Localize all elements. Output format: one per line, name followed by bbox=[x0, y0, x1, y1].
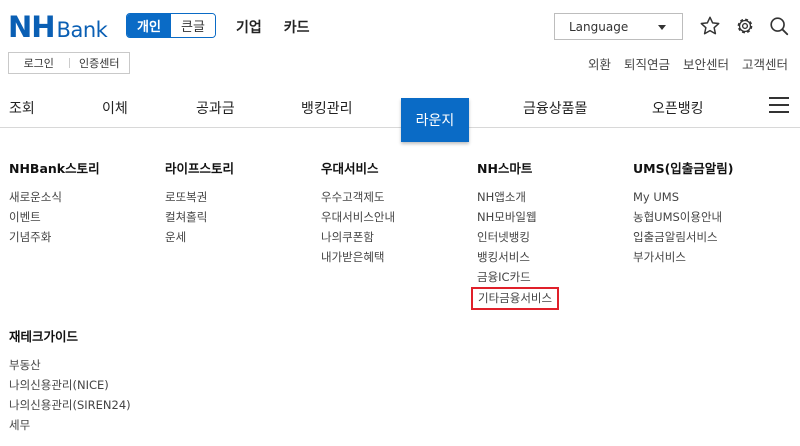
menu-item[interactable]: 금융IC카드 bbox=[477, 267, 559, 287]
retirement-pension-link[interactable]: 퇴직연금 bbox=[624, 54, 670, 73]
search-icon[interactable] bbox=[768, 15, 790, 37]
menu-column-life-story: 라이프스토리 로또복권 컬쳐홀릭 운세 bbox=[165, 158, 234, 247]
menu-column-nh-smart: NH스마트 NH앱소개 NH모바일웹 인터넷뱅킹 뱅킹서비스 금융IC카드 기타… bbox=[471, 158, 560, 310]
menu-item[interactable]: 새로운소식 bbox=[9, 187, 100, 207]
menu-column-title: 우대서비스 bbox=[321, 161, 379, 176]
hamburger-menu-icon[interactable] bbox=[769, 97, 789, 113]
menu-column-title: NHBank스토리 bbox=[9, 161, 100, 176]
gnb-item-open-banking[interactable]: 오픈뱅킹 bbox=[652, 98, 704, 118]
logo-nh-text: NH bbox=[8, 10, 56, 44]
gear-icon[interactable] bbox=[734, 15, 756, 37]
menu-item[interactable]: 세무 bbox=[9, 415, 131, 435]
forex-link[interactable]: 외환 bbox=[588, 54, 611, 73]
card-link[interactable]: 카드 bbox=[284, 17, 310, 37]
menu-item[interactable]: 우수고객제도 bbox=[321, 187, 395, 207]
gnb-item-financial-mall[interactable]: 금융상품몰 bbox=[523, 98, 587, 118]
menu-item[interactable]: 입출금알림서비스 bbox=[633, 227, 734, 247]
menu-column-nhbank-story: NHBank스토리 새로운소식 이벤트 기념주화 bbox=[9, 158, 100, 247]
menu-column-preferred-service: 우대서비스 우수고객제도 우대서비스안내 나의쿠폰함 내가받은혜택 bbox=[321, 158, 395, 267]
personal-mode-button[interactable]: 개인 bbox=[127, 14, 171, 37]
menu-item[interactable]: 부동산 bbox=[9, 355, 131, 375]
utility-links: 외환 퇴직연금 보안센터 고객센터 bbox=[588, 54, 788, 73]
cert-center-button[interactable]: 인증센터 bbox=[70, 55, 130, 71]
security-center-link[interactable]: 보안센터 bbox=[683, 54, 729, 73]
menu-column-investment-guide: 재테크가이드 부동산 나의신용관리(NICE) 나의신용관리(SIREN24) … bbox=[9, 326, 131, 435]
gnb-item-utility-bills[interactable]: 공과금 bbox=[196, 98, 235, 118]
menu-item[interactable]: 나의신용관리(NICE) bbox=[9, 375, 131, 395]
menu-item[interactable]: 기념주화 bbox=[9, 227, 100, 247]
menu-item[interactable]: 뱅킹서비스 bbox=[477, 247, 559, 267]
menu-item[interactable]: 이벤트 bbox=[9, 207, 100, 227]
language-select[interactable]: Language bbox=[554, 13, 683, 40]
caret-down-icon bbox=[658, 25, 666, 30]
gnb-item-banking-management[interactable]: 뱅킹관리 bbox=[301, 98, 353, 118]
menu-column-title: NH스마트 bbox=[477, 161, 533, 176]
customer-center-link[interactable]: 고객센터 bbox=[742, 54, 788, 73]
nhbank-logo[interactable]: NH Bank bbox=[8, 10, 108, 44]
menu-item[interactable]: 나의신용관리(SIREN24) bbox=[9, 395, 131, 415]
large-text-mode-button[interactable]: 큰글 bbox=[171, 14, 215, 37]
menu-item[interactable]: 로또복권 bbox=[165, 187, 234, 207]
menu-item-other-financial-services[interactable]: 기타금융서비스 bbox=[471, 287, 560, 310]
menu-item[interactable]: NH앱소개 bbox=[477, 187, 559, 207]
menu-item[interactable]: 나의쿠폰함 bbox=[321, 227, 395, 247]
logo-bank-text: Bank bbox=[56, 18, 108, 42]
gnb-divider bbox=[0, 127, 800, 128]
corporate-link[interactable]: 기업 bbox=[236, 17, 262, 37]
menu-item[interactable]: 컬쳐홀릭 bbox=[165, 207, 234, 227]
mode-toggle: 개인 큰글 bbox=[126, 13, 216, 38]
gnb-item-lounge[interactable]: 라운지 bbox=[401, 98, 469, 142]
auth-box: 로그인 인증센터 bbox=[8, 52, 130, 74]
menu-item[interactable]: 우대서비스안내 bbox=[321, 207, 395, 227]
language-label: Language bbox=[569, 19, 629, 34]
top-links: 기업 카드 bbox=[236, 17, 310, 37]
menu-column-title: 라이프스토리 bbox=[165, 161, 235, 176]
menu-item[interactable]: NH모바일웹 bbox=[477, 207, 559, 227]
gnb-item-transfer[interactable]: 이체 bbox=[102, 98, 128, 118]
menu-item[interactable]: 인터넷뱅킹 bbox=[477, 227, 559, 247]
menu-column-title: 재테크가이드 bbox=[9, 329, 79, 344]
menu-item[interactable]: 농협UMS이용안내 bbox=[633, 207, 734, 227]
gnb-item-inquiry[interactable]: 조회 bbox=[9, 98, 35, 118]
star-icon[interactable] bbox=[699, 15, 721, 37]
menu-item[interactable]: 운세 bbox=[165, 227, 234, 247]
menu-item[interactable]: 내가받은혜택 bbox=[321, 247, 395, 267]
menu-item[interactable]: My UMS bbox=[633, 187, 734, 207]
menu-column-ums: UMS(입출금알림) My UMS 농협UMS이용안내 입출금알림서비스 부가서… bbox=[633, 158, 734, 267]
login-button[interactable]: 로그인 bbox=[9, 55, 69, 71]
menu-column-title: UMS(입출금알림) bbox=[633, 161, 734, 176]
menu-item[interactable]: 부가서비스 bbox=[633, 247, 734, 267]
